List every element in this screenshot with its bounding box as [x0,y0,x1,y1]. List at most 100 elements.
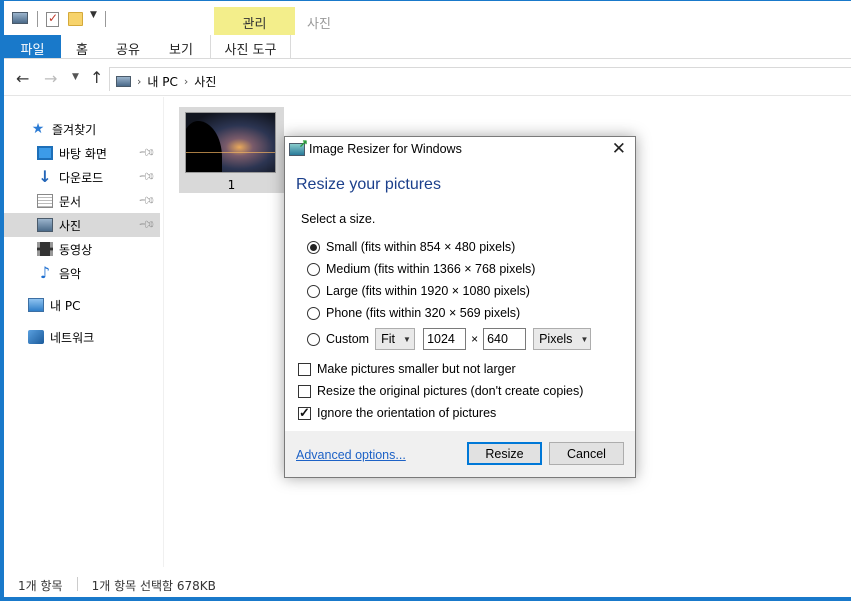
radio-button[interactable] [307,332,320,346]
sidebar-item-label: 동영상 [59,242,93,257]
image-resizer-dialog: Image Resizer for Windows ✕ Resize your … [284,136,636,478]
sidebar-item-quick-access[interactable]: ★ 즐겨찾기 [4,117,160,141]
custom-label: Custom [326,332,370,346]
option-resize-originals[interactable]: Resize the original pictures (don't crea… [298,384,583,398]
chevron-down-icon: ▼ [402,334,411,344]
pictures-folder-icon [12,12,28,24]
radio-button[interactable] [307,240,320,254]
pin-icon[interactable]: 📌︎ [137,191,156,210]
checkbox[interactable] [298,405,311,421]
radio-button[interactable] [307,262,320,276]
pin-icon[interactable]: 📌︎ [137,215,156,234]
checkbox[interactable] [298,362,311,376]
cancel-button[interactable]: Cancel [549,442,624,465]
pin-icon[interactable]: 📌︎ [137,167,156,186]
file-item[interactable]: 1 [179,107,284,193]
sidebar-item-videos[interactable]: 동영상 [4,237,160,261]
breadcrumb-pictures[interactable]: 사진 [194,73,216,90]
size-option-small[interactable]: Small (fits within 854 × 480 pixels) [307,240,515,254]
sidebar-item-network[interactable]: 네트워크 [4,325,160,349]
manage-context-tab[interactable]: 관리 [214,7,295,36]
sunset-photo-thumbnail [185,112,276,173]
chevron-down-icon: ▼ [580,334,589,344]
size-option-medium[interactable]: Medium (fits within 1366 × 768 pixels) [307,262,535,276]
checkbox[interactable] [298,384,311,398]
fit-dropdown[interactable]: Fit ▼ [375,328,416,350]
size-option-label: Small (fits within 854 × 480 pixels) [326,240,516,254]
radio-button[interactable] [307,284,320,298]
size-option-phone[interactable]: Phone (fits within 320 × 569 pixels) [307,306,520,320]
size-option-label: Phone (fits within 320 × 569 pixels) [326,306,521,320]
image-resizer-icon [289,137,308,156]
separator [37,11,38,27]
size-option-label: Large (fits within 1920 × 1080 pixels) [326,284,530,298]
item-count: 1개 항목 [18,579,63,593]
unit-value: Pixels [539,332,573,346]
file-name: 1 [227,178,236,192]
document-icon [37,194,53,208]
tab-home[interactable]: 홈 [70,35,94,58]
tab-share[interactable]: 공유 [112,35,144,58]
separator [105,11,106,27]
pictures-location-icon [116,76,131,87]
sidebar-item-label: 다운로드 [59,170,104,185]
sidebar-item-pictures[interactable]: 사진 📌︎ [4,213,160,237]
download-icon: ↓ [38,167,52,186]
close-icon[interactable]: ✕ [612,139,626,159]
tab-file[interactable]: 파일 [4,35,61,58]
pin-icon[interactable]: 📌︎ [137,143,156,162]
navigation-pane: ★ 즐겨찾기 바탕 화면 📌︎ ↓ 다운로드 📌︎ 문서 📌︎ 사진 📌︎ 동영… [4,97,164,567]
times-sign: × [471,332,479,346]
sidebar-item-documents[interactable]: 문서 📌︎ [4,189,160,213]
window-title: 사진 [307,17,331,32]
height-input[interactable]: 640 [483,328,527,350]
tab-view[interactable]: 보기 [165,35,197,58]
sidebar-item-label: 사진 [59,218,82,233]
properties-icon[interactable] [46,11,59,27]
sidebar-item-label: 음악 [59,266,82,281]
sidebar-item-downloads[interactable]: ↓ 다운로드 📌︎ [4,165,160,189]
option-ignore-orientation[interactable]: Ignore the orientation of pictures [298,405,496,421]
chevron-right-icon[interactable]: › [137,75,141,88]
desktop-icon [37,146,53,160]
width-input[interactable]: 1024 [423,328,467,350]
forward-arrow-icon[interactable]: → [44,69,57,88]
breadcrumb-this-pc[interactable]: 내 PC [147,73,177,90]
advanced-options-link[interactable]: Advanced options... [296,448,406,462]
computer-icon [28,298,44,312]
back-arrow-icon[interactable]: ← [16,69,29,88]
option-smaller-only[interactable]: Make pictures smaller but not larger [298,362,516,376]
unit-dropdown[interactable]: Pixels ▼ [533,328,592,350]
up-arrow-icon[interactable]: ↑ [90,68,103,87]
resize-button[interactable]: Resize [467,442,542,465]
option-label: Make pictures smaller but not larger [317,362,516,376]
sidebar-item-label: 즐겨찾기 [52,122,97,137]
video-icon [37,242,53,256]
pictures-icon [37,218,53,232]
sidebar-item-label: 문서 [59,194,82,209]
selection-info: 1개 항목 선택함 678KB [91,579,216,593]
tab-picture-tools[interactable]: 사진 도구 [210,35,291,58]
chevron-right-icon[interactable]: › [184,75,188,88]
recent-locations-chevron-icon[interactable]: ▼ [72,72,79,82]
title-bar: ▼ 관리 사진 [4,1,851,36]
size-option-custom[interactable]: Custom Fit ▼ 1024 × 640 Pixels ▼ [307,327,592,351]
new-folder-icon[interactable] [68,12,83,26]
sidebar-item-music[interactable]: ♪ 음악 [4,261,160,285]
customize-quick-access-icon[interactable]: ▼ [90,10,97,20]
dialog-heading: Resize your pictures [296,176,441,193]
size-option-large[interactable]: Large (fits within 1920 × 1080 pixels) [307,284,530,298]
fit-value: Fit [381,332,395,346]
sidebar-item-label: 바탕 화면 [59,146,107,161]
sidebar-item-this-pc[interactable]: 내 PC [4,293,160,317]
radio-button[interactable] [307,306,320,320]
dialog-title: Image Resizer for Windows [309,142,462,156]
sidebar-item-desktop[interactable]: 바탕 화면 📌︎ [4,141,160,165]
sidebar-item-label: 내 PC [50,298,81,313]
address-bar[interactable]: › 내 PC › 사진 [109,67,851,91]
star-icon: ★ [31,121,45,137]
size-option-label: Medium (fits within 1366 × 768 pixels) [326,262,536,276]
dialog-title-bar: Image Resizer for Windows ✕ [285,137,635,163]
sidebar-item-label: 네트워크 [50,330,95,345]
navigation-bar: ← → ▼ ↑ › 내 PC › 사진 [4,60,851,96]
